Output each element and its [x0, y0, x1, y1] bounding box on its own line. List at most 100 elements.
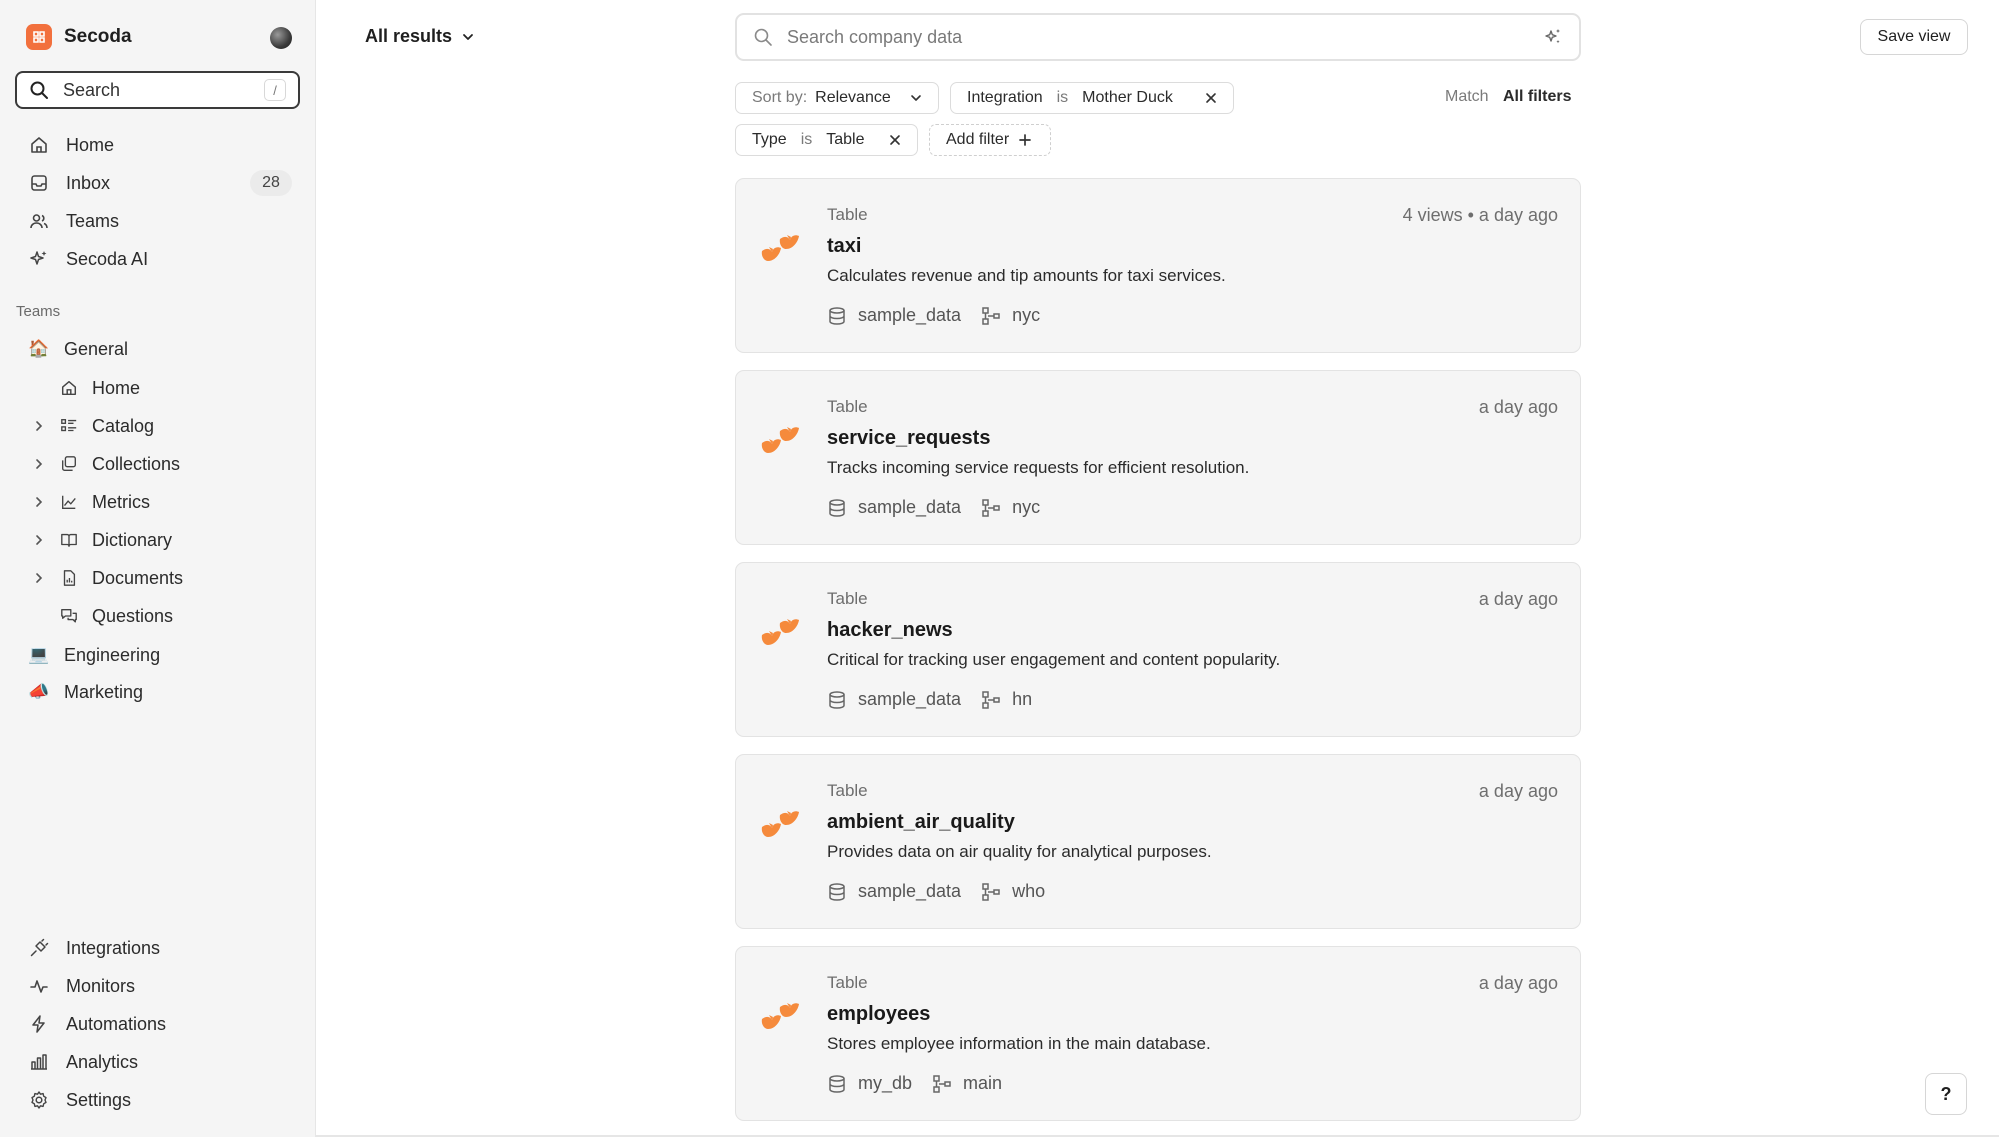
motherduck-logo-icon — [761, 427, 799, 453]
bar-chart-icon — [28, 1051, 50, 1073]
result-type: Table — [827, 781, 868, 800]
sparkles-icon — [28, 248, 50, 270]
match-label: Match — [1445, 88, 1489, 105]
database-icon — [829, 498, 845, 517]
type-filter-value: Table — [826, 131, 865, 148]
chevron-down-icon — [911, 95, 921, 101]
result-title[interactable]: ambient_air_quality — [827, 811, 1015, 834]
motherduck-logo-icon — [761, 619, 799, 645]
result-title[interactable]: taxi — [827, 235, 861, 258]
nav-analytics[interactable]: Analytics — [28, 1046, 138, 1078]
team-marketing[interactable]: 📣 Marketing — [28, 677, 143, 707]
general-collections[interactable]: Collections — [30, 449, 180, 479]
view-selector-label: All results — [365, 26, 453, 46]
nav-automations[interactable]: Automations — [28, 1008, 166, 1040]
result-card[interactable]: Table a day ago ambient_air_quality Prov… — [735, 754, 1581, 929]
team-general[interactable]: 🏠 General — [28, 334, 128, 364]
chevron-right-icon[interactable] — [30, 569, 48, 587]
database-icon — [829, 306, 845, 325]
schema-tag: nyc — [981, 305, 1040, 326]
database-name: sample_data — [858, 497, 962, 517]
result-description: Stores employee information in the main … — [827, 1034, 1211, 1053]
avatar[interactable] — [270, 27, 292, 49]
schema-tag: who — [981, 881, 1045, 902]
schema-tag: main — [932, 1073, 1002, 1094]
type-filter-field: Type — [752, 131, 787, 148]
schema-icon — [982, 690, 1000, 709]
chevron-right-icon[interactable] — [30, 455, 48, 473]
general-catalog[interactable]: Catalog — [30, 411, 154, 441]
schema-name: hn — [1012, 689, 1033, 709]
users-icon — [28, 210, 50, 232]
result-title[interactable]: employees — [827, 1003, 930, 1026]
result-meta: 4 views • a day ago — [1402, 205, 1558, 225]
team-general-label: General — [64, 338, 129, 359]
result-card[interactable]: Table a day ago employees Stores employe… — [735, 946, 1581, 1121]
sidebar-search-label: Search — [63, 79, 121, 100]
result-meta: a day ago — [1478, 589, 1558, 609]
database-tag: my_db — [827, 1073, 912, 1094]
save-view-button[interactable]: Save view — [1860, 19, 1968, 55]
schema-tag: hn — [981, 689, 1032, 710]
motherduck-logo-icon — [761, 235, 799, 261]
result-type: Table — [827, 205, 868, 224]
nav-inbox[interactable]: Inbox — [28, 167, 110, 199]
result-title[interactable]: hacker_news — [827, 619, 953, 642]
help-button[interactable]: ? — [1925, 1073, 1967, 1115]
general-documents[interactable]: Documents — [30, 563, 183, 593]
sort-by-dropdown[interactable]: Sort by: Relevance — [735, 82, 939, 114]
general-questions[interactable]: Questions — [30, 601, 173, 631]
teams-section-heading: Teams — [16, 303, 61, 320]
chevron-down-icon — [463, 33, 473, 40]
add-filter-button[interactable]: Add filter — [929, 124, 1051, 156]
general-home[interactable]: Home — [30, 373, 140, 403]
workspace-name: Secoda — [64, 26, 132, 47]
type-filter-op: is — [800, 131, 813, 148]
close-icon[interactable] — [1203, 90, 1219, 106]
main-search-input[interactable] — [787, 26, 1543, 48]
result-meta: a day ago — [1478, 973, 1558, 993]
result-meta: a day ago — [1478, 397, 1558, 417]
database-name: my_db — [858, 1073, 913, 1093]
nav-teams[interactable]: Teams — [28, 205, 119, 237]
general-catalog-label: Catalog — [92, 415, 155, 436]
nav-monitors[interactable]: Monitors — [28, 970, 135, 1002]
home-icon — [28, 134, 50, 156]
chevron-right-icon[interactable] — [30, 417, 48, 435]
team-engineering[interactable]: 💻 Engineering — [28, 640, 160, 670]
general-metrics[interactable]: Metrics — [30, 487, 150, 517]
result-title[interactable]: service_requests — [827, 427, 990, 450]
book-icon — [58, 529, 80, 551]
secoda-logo — [26, 24, 52, 50]
chevron-right-icon[interactable] — [30, 493, 48, 511]
nav-settings[interactable]: Settings — [28, 1084, 131, 1116]
database-icon — [829, 882, 845, 901]
nav-secoda-ai[interactable]: Secoda AI — [28, 243, 148, 275]
ai-sparkles-icon[interactable] — [1543, 27, 1563, 47]
general-dictionary[interactable]: Dictionary — [30, 525, 172, 555]
nav-integrations[interactable]: Integrations — [28, 932, 160, 964]
type-filter-chip[interactable]: Type is Table — [735, 124, 918, 156]
result-type: Table — [827, 589, 868, 608]
document-icon — [58, 567, 80, 589]
inbox-icon — [28, 172, 50, 194]
result-type: Table — [827, 973, 868, 992]
result-card[interactable]: Table a day ago hacker_news Critical for… — [735, 562, 1581, 737]
schema-tag: nyc — [981, 497, 1040, 518]
sidebar: Secoda Search / Home Inbox 28 Teams Seco… — [0, 0, 316, 1137]
match-mode-selector[interactable]: All filters — [1503, 88, 1571, 106]
chevron-right-icon[interactable] — [30, 531, 48, 549]
catalog-icon — [58, 415, 80, 437]
result-card[interactable]: Table 4 views • a day ago taxi Calculate… — [735, 178, 1581, 353]
database-tag: sample_data — [827, 497, 961, 518]
view-selector-dropdown[interactable]: All results — [365, 26, 476, 47]
integration-filter-chip[interactable]: Integration is Mother Duck — [950, 82, 1234, 114]
schema-icon — [982, 498, 1000, 517]
nav-home[interactable]: Home — [28, 129, 114, 161]
database-name: sample_data — [858, 305, 962, 325]
sidebar-search-button[interactable]: Search / — [15, 71, 300, 109]
workspace-switcher[interactable]: Secoda — [26, 24, 132, 50]
close-icon[interactable] — [887, 132, 903, 148]
database-tag: sample_data — [827, 881, 961, 902]
result-card[interactable]: Table a day ago service_requests Tracks … — [735, 370, 1581, 545]
